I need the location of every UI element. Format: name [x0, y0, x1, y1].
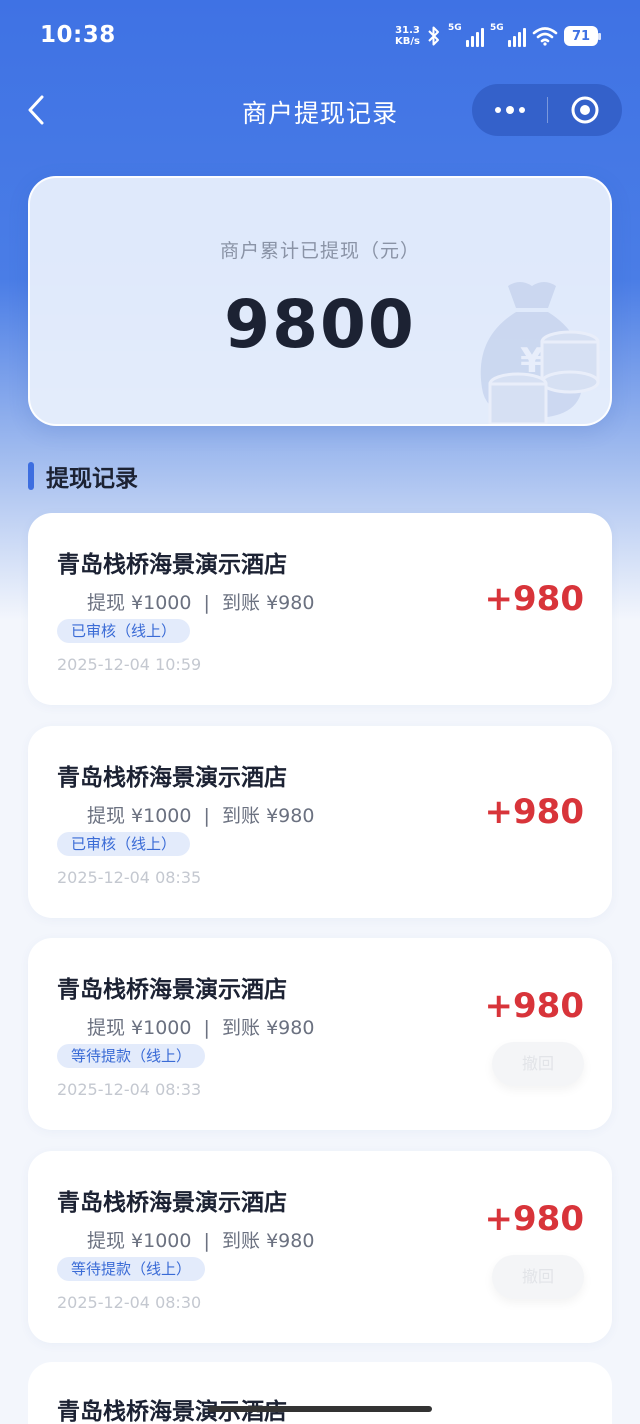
record-amount: +980 — [484, 792, 584, 832]
signal-icon-2: 5G — [490, 23, 526, 47]
merchant-name: 青岛栈桥海景演示酒店 — [57, 765, 287, 791]
network-speed-unit: KB/s — [395, 36, 420, 47]
money-bag-icon: ¥ — [480, 282, 600, 424]
withdrawal-detail: 提现 ¥1000 | 到账 ¥980 — [87, 1017, 315, 1039]
record-amount: +980 — [484, 579, 584, 619]
withdrawal-summary-card: 商户累计已提现（元） 9800 ¥ — [28, 176, 612, 426]
status-badge: 已审核（线上） — [57, 832, 191, 856]
withdraw-cancel-button[interactable]: 撤回 — [492, 1042, 584, 1086]
more-dot-icon — [505, 106, 514, 114]
merchant-name: 青岛栈桥海景演示酒店 — [57, 552, 287, 578]
withdrawal-record-card[interactable]: 青岛栈桥海景演示酒店 提现 ¥1000 | 到账 ¥980 已审核（线上） 20… — [28, 513, 612, 705]
record-time: 2025-12-04 10:59 — [57, 655, 202, 674]
summary-label: 商户累计已提现（元） — [219, 240, 420, 262]
target-circle-icon — [571, 96, 599, 124]
more-button[interactable] — [472, 84, 547, 136]
close-mini-program-button[interactable] — [548, 84, 622, 136]
withdrawal-record-card[interactable]: 青岛栈桥海景演示酒店 提现 ¥1000 | 到账 ¥980 等待提款（线上） 2… — [28, 938, 612, 1130]
record-time: 2025-12-04 08:30 — [57, 1293, 202, 1312]
home-indicator[interactable] — [208, 1406, 432, 1412]
status-badge: 已审核（线上） — [57, 619, 191, 643]
section-accent-bar — [28, 462, 34, 490]
bluetooth-icon — [428, 26, 439, 46]
merchant-name: 青岛栈桥海景演示酒店 — [57, 977, 287, 1003]
withdrawal-detail: 提现 ¥1000 | 到账 ¥980 — [87, 805, 315, 827]
merchant-name: 青岛栈桥海景演示酒店 — [57, 1190, 287, 1216]
status-badge: 等待提款（线上） — [57, 1257, 206, 1281]
record-time: 2025-12-04 08:33 — [57, 1080, 202, 1099]
battery-indicator: 71 — [564, 26, 601, 46]
record-time: 2025-12-04 08:35 — [57, 868, 202, 887]
network-speed-value: 31.3 — [395, 25, 420, 36]
withdraw-cancel-button[interactable]: 撤回 — [492, 1255, 584, 1299]
record-amount: +980 — [484, 986, 584, 1026]
status-bar: 10:38 31.3 KB/s 5G 5G 71 — [0, 0, 640, 72]
more-dot-icon — [518, 107, 525, 113]
withdrawal-detail: 提现 ¥1000 | 到账 ¥980 — [87, 592, 315, 614]
withdrawal-record-card-partial[interactable]: 青岛栈桥海景演示酒店 — [28, 1362, 612, 1424]
withdrawal-record-card[interactable]: 青岛栈桥海景演示酒店 提现 ¥1000 | 到账 ¥980 等待提款（线上） 2… — [28, 1151, 612, 1343]
network-speed: 31.3 KB/s — [395, 25, 420, 47]
wifi-icon — [532, 27, 558, 46]
mini-program-capsule — [472, 84, 622, 136]
signal-icon-1: 5G — [448, 23, 484, 47]
more-dot-icon — [494, 107, 501, 113]
record-amount: +980 — [484, 1199, 584, 1239]
section-header: 提现记录 — [28, 458, 138, 494]
withdrawal-record-card[interactable]: 青岛栈桥海景演示酒店 提现 ¥1000 | 到账 ¥980 已审核（线上） 20… — [28, 726, 612, 918]
withdrawal-detail: 提现 ¥1000 | 到账 ¥980 — [87, 1230, 315, 1252]
status-time: 10:38 — [40, 22, 116, 48]
status-icons: 31.3 KB/s 5G 5G 71 — [395, 22, 601, 50]
section-title: 提现记录 — [46, 466, 138, 492]
status-badge: 等待提款（线上） — [57, 1044, 206, 1068]
nav-bar: 商户提现记录 — [0, 80, 640, 140]
